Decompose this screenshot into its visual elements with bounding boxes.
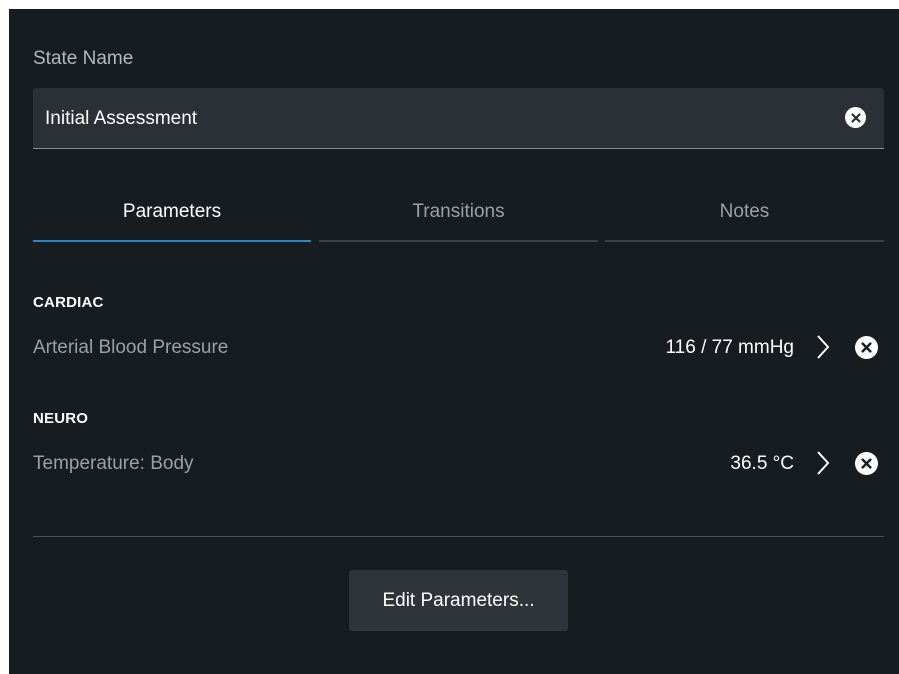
tab-parameters-label: Parameters [122,201,222,222]
tab-transitions-label: Transitions [412,201,505,222]
state-editor-panel: State Name Initial Assessment Parameters… [9,9,899,674]
param-value-arterial-blood-pressure: 116 / 77 mmHg [665,337,794,358]
tab-parameters[interactable]: Parameters [33,189,311,242]
remove-param-icon[interactable] [855,336,878,359]
tab-transitions-indicator [319,240,598,242]
section-divider [33,536,884,537]
tab-notes-label: Notes [719,201,770,222]
state-name-input[interactable]: Initial Assessment [45,108,197,130]
tab-notes[interactable]: Notes [605,189,884,242]
tab-parameters-indicator [33,240,311,242]
remove-param-icon[interactable] [855,452,878,475]
group-title-cardiac: CARDIAC [33,294,104,311]
edit-parameters-button[interactable]: Edit Parameters... [349,570,568,631]
param-name-temperature-body: Temperature: Body [33,453,194,474]
tab-bar: Parameters Transitions Notes [33,189,884,242]
chevron-right-icon[interactable] [813,449,833,477]
param-name-arterial-blood-pressure: Arterial Blood Pressure [33,337,229,358]
state-name-field[interactable]: Initial Assessment [33,88,884,149]
chevron-right-icon[interactable] [813,333,833,361]
state-name-label: State Name [33,48,134,69]
group-title-neuro: NEURO [33,410,89,427]
clear-state-name-icon[interactable] [845,107,866,128]
param-value-temperature-body: 36.5 °C [730,453,794,474]
tab-notes-indicator [605,240,884,242]
tab-transitions[interactable]: Transitions [319,189,598,242]
